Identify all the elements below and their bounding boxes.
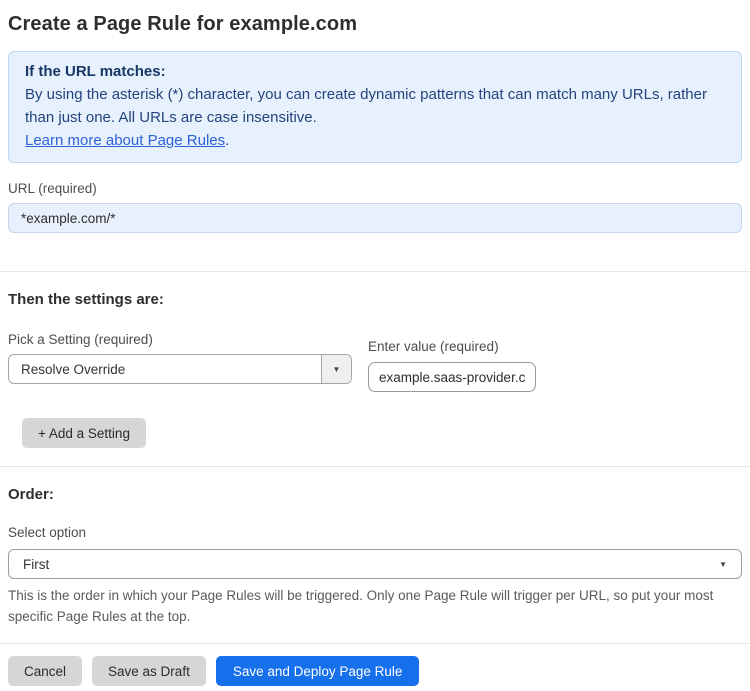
save-as-draft-button[interactable]: Save as Draft <box>92 656 206 686</box>
setting-select-value: Resolve Override <box>21 361 126 377</box>
pick-setting-label: Pick a Setting (required) <box>8 332 153 347</box>
cancel-button[interactable]: Cancel <box>8 656 83 686</box>
url-field-label: URL (required) <box>8 181 97 196</box>
section-divider <box>0 466 750 467</box>
enter-value-column: Enter value (required) <box>368 339 536 392</box>
chevron-down-icon: ▼ <box>719 559 727 569</box>
add-setting-button[interactable]: + Add a Setting <box>22 418 146 448</box>
enter-value-label: Enter value (required) <box>368 339 499 354</box>
settings-row: Pick a Setting (required) Resolve Overri… <box>8 332 742 392</box>
url-input[interactable] <box>8 203 742 233</box>
learn-more-link[interactable]: Learn more about Page Rules <box>25 132 225 149</box>
page-title: Create a Page Rule for example.com <box>8 13 358 35</box>
order-section-heading: Order: <box>8 486 54 503</box>
order-help-text: This is the order in which your Page Rul… <box>8 588 714 624</box>
info-box-link-line: Learn more about Page Rules. <box>25 129 725 152</box>
info-box-body: By using the asterisk (*) character, you… <box>25 86 707 126</box>
setting-select[interactable]: Resolve Override ▼ <box>8 354 352 384</box>
chevron-down-icon[interactable]: ▼ <box>321 355 351 383</box>
footer-buttons: Cancel Save as Draft Save and Deploy Pag… <box>8 656 742 686</box>
setting-value-input[interactable] <box>368 362 536 392</box>
order-select-value: First <box>23 556 50 572</box>
save-and-deploy-button[interactable]: Save and Deploy Page Rule <box>215 656 420 686</box>
settings-section-heading: Then the settings are: <box>8 291 164 308</box>
footer-divider <box>0 643 750 644</box>
order-select[interactable]: First ▼ <box>8 549 742 579</box>
info-box-heading: If the URL matches: <box>25 63 166 80</box>
section-divider <box>0 271 750 272</box>
url-match-info-box: If the URL matches: By using the asteris… <box>8 51 742 163</box>
pick-setting-column: Pick a Setting (required) Resolve Overri… <box>8 332 352 384</box>
order-select-label: Select option <box>8 525 87 540</box>
link-period: . <box>225 132 230 149</box>
page-rule-form: Create a Page Rule for example.com If th… <box>0 13 750 686</box>
